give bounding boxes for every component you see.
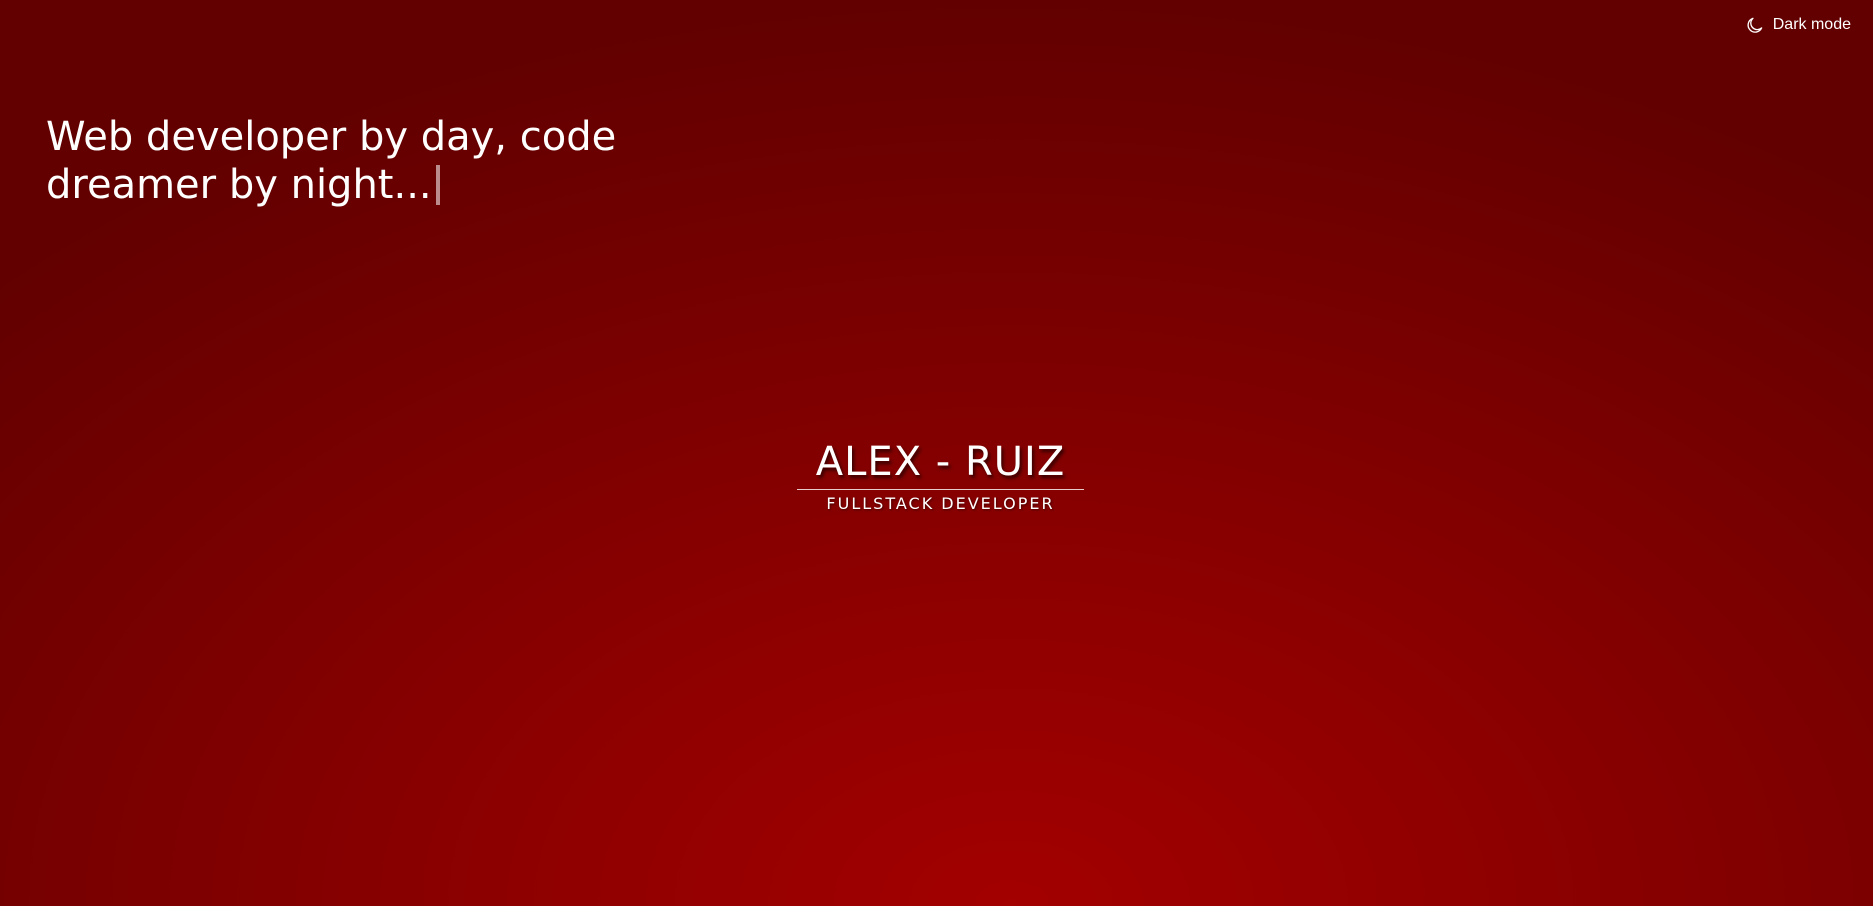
tagline-line-1: Web developer by day, code <box>46 114 617 160</box>
hero-tagline: Web developer by day, code dreamer by nig… <box>46 113 686 209</box>
logo-subtitle: FULLSTACK DEVELOPER <box>826 494 1055 513</box>
dark-mode-label: Dark mode <box>1772 16 1851 33</box>
moon-icon <box>1745 15 1765 35</box>
logo-name: ALEX - RUIZ <box>815 439 1066 485</box>
typing-caret <box>435 165 440 205</box>
tagline-line-2: dreamer by night... <box>46 162 432 208</box>
logo-divider <box>797 489 1084 490</box>
site-logo: ALEX - RUIZ FULLSTACK DEVELOPER <box>797 440 1084 514</box>
dark-mode-toggle[interactable]: Dark mode <box>1745 15 1851 35</box>
